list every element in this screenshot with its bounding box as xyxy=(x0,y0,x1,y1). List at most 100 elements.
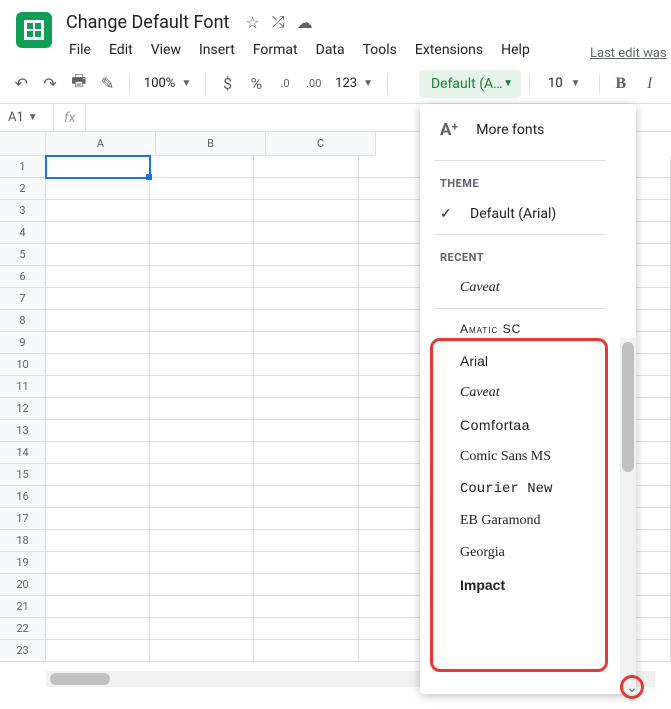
currency-button[interactable]: $ xyxy=(214,70,241,98)
row-header-5[interactable]: 5 xyxy=(0,244,46,266)
cell[interactable] xyxy=(150,574,254,596)
row-header-3[interactable]: 3 xyxy=(0,200,46,222)
cell[interactable] xyxy=(150,244,254,266)
font-option-arial[interactable]: Arial xyxy=(420,345,620,377)
cell[interactable] xyxy=(254,354,358,376)
row-header-14[interactable]: 14 xyxy=(0,442,46,464)
sheets-logo[interactable] xyxy=(16,12,52,48)
row-header-15[interactable]: 15 xyxy=(0,464,46,486)
cell[interactable] xyxy=(254,442,358,464)
cell[interactable] xyxy=(46,156,150,178)
cell[interactable] xyxy=(254,310,358,332)
cell[interactable] xyxy=(150,552,254,574)
row-header-13[interactable]: 13 xyxy=(0,420,46,442)
menu-data[interactable]: Data xyxy=(309,38,352,62)
row-header-17[interactable]: 17 xyxy=(0,508,46,530)
row-header-2[interactable]: 2 xyxy=(0,178,46,200)
cell[interactable] xyxy=(150,486,254,508)
cell[interactable] xyxy=(150,222,254,244)
scrollbar-thumb[interactable] xyxy=(622,342,634,472)
cell[interactable] xyxy=(46,332,150,354)
cell[interactable] xyxy=(46,420,150,442)
cell[interactable] xyxy=(254,266,358,288)
cell[interactable] xyxy=(254,244,358,266)
decrease-decimal-button[interactable]: .0 xyxy=(272,70,299,98)
cell[interactable] xyxy=(46,596,150,618)
cell[interactable] xyxy=(150,464,254,486)
cloud-icon[interactable]: ☁ xyxy=(297,13,313,32)
row-header-9[interactable]: 9 xyxy=(0,332,46,354)
cell[interactable] xyxy=(254,552,358,574)
cell[interactable] xyxy=(46,486,150,508)
increase-decimal-button[interactable]: .00 xyxy=(300,70,327,98)
cell[interactable] xyxy=(150,376,254,398)
cell[interactable] xyxy=(150,156,254,178)
fx-icon[interactable]: fx xyxy=(54,104,86,131)
row-header-1[interactable]: 1 xyxy=(0,156,46,178)
menu-view[interactable]: View xyxy=(144,38,188,62)
cell[interactable] xyxy=(46,464,150,486)
row-header-11[interactable]: 11 xyxy=(0,376,46,398)
row-header-8[interactable]: 8 xyxy=(0,310,46,332)
last-edit-link[interactable]: Last edit was xyxy=(580,42,667,65)
menu-help[interactable]: Help xyxy=(494,38,537,62)
row-header-23[interactable]: 23 xyxy=(0,640,46,662)
font-recent-caveat[interactable]: Caveat xyxy=(420,272,620,304)
cell[interactable] xyxy=(46,530,150,552)
cell[interactable] xyxy=(254,222,358,244)
cell[interactable] xyxy=(254,486,358,508)
cell[interactable] xyxy=(150,640,254,662)
row-header-20[interactable]: 20 xyxy=(0,574,46,596)
menu-file[interactable]: File xyxy=(62,38,98,62)
menu-format[interactable]: Format xyxy=(246,38,305,62)
percent-button[interactable]: % xyxy=(243,70,270,98)
cell[interactable] xyxy=(150,618,254,640)
cell[interactable] xyxy=(254,398,358,420)
menu-tools[interactable]: Tools xyxy=(356,38,404,62)
cell[interactable] xyxy=(46,574,150,596)
cell[interactable] xyxy=(46,508,150,530)
cell[interactable] xyxy=(46,354,150,376)
menu-insert[interactable]: Insert xyxy=(192,38,242,62)
scrollbar-thumb[interactable] xyxy=(50,673,110,685)
name-box[interactable]: A1 ▼ xyxy=(0,104,54,131)
cell[interactable] xyxy=(46,178,150,200)
number-format-select[interactable]: 123 ▼ xyxy=(329,76,379,91)
cell[interactable] xyxy=(254,156,358,178)
row-header-18[interactable]: 18 xyxy=(0,530,46,552)
star-icon[interactable]: ☆ xyxy=(245,13,259,32)
move-icon[interactable]: ⤮ xyxy=(272,12,285,32)
cell[interactable] xyxy=(46,376,150,398)
row-header-7[interactable]: 7 xyxy=(0,288,46,310)
select-all-corner[interactable] xyxy=(0,132,46,156)
cell[interactable] xyxy=(46,442,150,464)
font-theme-default[interactable]: ✓ Default (Arial) xyxy=(420,198,620,230)
italic-button[interactable]: I xyxy=(636,70,663,98)
font-option-comfortaa[interactable]: Comfortaa xyxy=(420,409,620,441)
cell[interactable] xyxy=(150,442,254,464)
doc-title[interactable]: Change Default Font xyxy=(62,10,233,35)
cell[interactable] xyxy=(254,618,358,640)
cell[interactable] xyxy=(254,332,358,354)
row-header-16[interactable]: 16 xyxy=(0,486,46,508)
cell[interactable] xyxy=(150,530,254,552)
expand-down-button[interactable]: ⌄ xyxy=(624,680,640,696)
font-option-caveat[interactable]: Caveat xyxy=(420,377,620,409)
cell[interactable] xyxy=(150,332,254,354)
col-header-A[interactable]: A xyxy=(46,132,156,156)
font-option-eb-garamond[interactable]: EB Garamond xyxy=(420,505,620,537)
cell[interactable] xyxy=(254,508,358,530)
menu-edit[interactable]: Edit xyxy=(102,38,140,62)
cell[interactable] xyxy=(46,288,150,310)
font-size-select[interactable]: 10 ▼ xyxy=(538,76,591,91)
row-header-22[interactable]: 22 xyxy=(0,618,46,640)
row-header-21[interactable]: 21 xyxy=(0,596,46,618)
bold-button[interactable]: B xyxy=(608,70,635,98)
cell[interactable] xyxy=(46,222,150,244)
cell[interactable] xyxy=(254,530,358,552)
popup-scrollbar[interactable] xyxy=(620,338,636,690)
paint-format-button[interactable]: ✎ xyxy=(94,70,121,98)
row-header-4[interactable]: 4 xyxy=(0,222,46,244)
redo-button[interactable]: ↷ xyxy=(37,70,64,98)
cell[interactable] xyxy=(150,420,254,442)
